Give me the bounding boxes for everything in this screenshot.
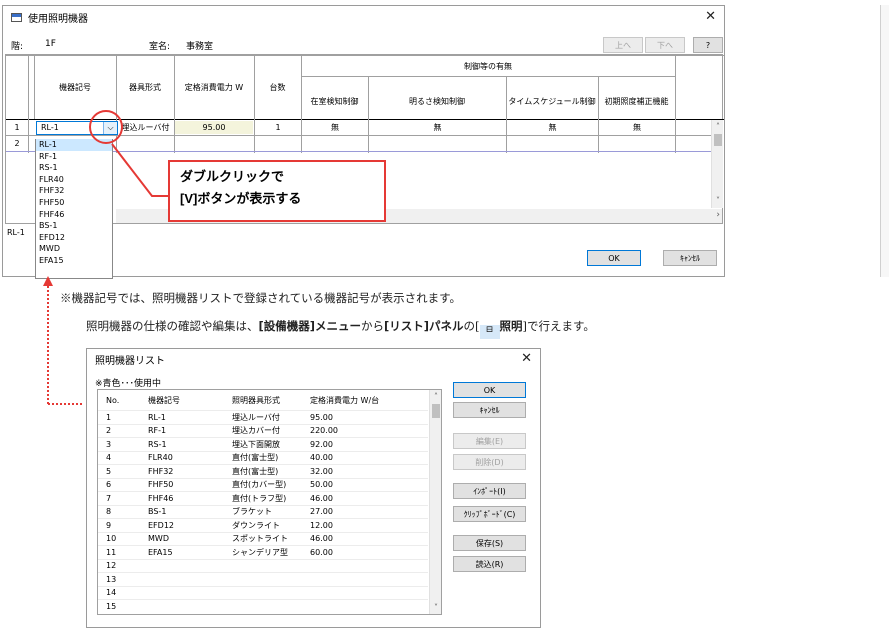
list-form: シャンデリア型 xyxy=(232,547,288,557)
equipment-list[interactable]: No. 機器記号 照明器具形式 定格消費電力 W/台 1 RL-1 埋込ルーバ付 95… xyxy=(97,389,442,615)
list-item[interactable]: 7 FHF46 直付(トラフ型) 46.00 xyxy=(98,491,428,505)
dialog-cancel-button[interactable]: ｷｬﾝｾﾙ xyxy=(453,402,526,418)
list-no: 12 xyxy=(106,561,117,571)
list-scrollbar[interactable]: ˄ ˅ xyxy=(429,390,441,614)
list-form: 直付(カバー型) xyxy=(232,480,287,490)
list-item[interactable]: 2 RF-1 埋込カバー付 220.00 xyxy=(98,423,428,438)
col-form: 照明器具形式 xyxy=(232,396,280,406)
list-no: 7 xyxy=(106,493,112,503)
list-item[interactable]: 4 FLR40 直付(富士型) 40.00 xyxy=(98,450,428,465)
list-power: 40.00 xyxy=(310,453,333,463)
list-symbol: RS-1 xyxy=(148,439,167,449)
list-symbol: RL-1 xyxy=(148,412,166,422)
clipboard-button[interactable]: ｸﾘｯﾌﾟﾎﾞｰﾄﾞ(C) xyxy=(453,506,526,522)
list-item[interactable]: 9 EFD12 ダウンライト 12.00 xyxy=(98,518,428,532)
list-no: 8 xyxy=(106,507,112,517)
save-button[interactable]: 保存(S) xyxy=(453,535,526,551)
list-no: 10 xyxy=(106,534,117,544)
list-power: 220.00 xyxy=(310,426,338,436)
list-symbol: FHF46 xyxy=(148,493,174,503)
list-form: ダウンライト xyxy=(232,520,280,530)
list-power: 60.00 xyxy=(310,547,333,557)
list-no: 1 xyxy=(106,412,112,422)
list-form: スポットライト xyxy=(232,534,288,544)
list-item[interactable]: 11 EFA15 シャンデリア型 60.00 xyxy=(98,545,428,559)
list-item[interactable]: 10 MWD スポットライト 46.00 xyxy=(98,531,428,546)
list-no: 3 xyxy=(106,439,112,449)
list-form: 直付(富士型) xyxy=(232,453,279,463)
list-form: 直付(富士型) xyxy=(232,466,279,476)
list-no: 6 xyxy=(106,480,112,490)
list-symbol: RF-1 xyxy=(148,426,167,436)
note-line-1: ※機器記号では、照明機器リストで登録されている機器記号が表示されます。 xyxy=(60,291,462,305)
list-no: 15 xyxy=(106,601,117,611)
list-no: 4 xyxy=(106,453,112,463)
list-symbol: MWD xyxy=(148,534,169,544)
list-item[interactable]: 6 FHF50 直付(カバー型) 50.00 xyxy=(98,477,428,492)
list-form: 直付(トラフ型) xyxy=(232,493,287,503)
list-item[interactable]: 8 BS-1 ブラケット 27.00 xyxy=(98,504,428,519)
list-scroll-down-icon[interactable]: ˅ xyxy=(430,601,442,613)
list-symbol: FLR40 xyxy=(148,453,173,463)
list-item[interactable]: 14 xyxy=(98,585,428,600)
list-form: 埋込下面開放 xyxy=(232,439,280,449)
list-symbol: EFD12 xyxy=(148,520,174,530)
list-power: 95.00 xyxy=(310,412,333,422)
dialog-title-bar: 照明機器リスト xyxy=(87,349,540,369)
load-button[interactable]: 読込(R) xyxy=(453,556,526,572)
list-symbol: FHF32 xyxy=(148,466,174,476)
usage-legend: ※青色･･･使用中 xyxy=(95,379,162,389)
callout-line-1: ダブルクリックで xyxy=(180,169,285,184)
list-symbol: EFA15 xyxy=(148,547,173,557)
list-no: 5 xyxy=(106,466,112,476)
col-no: No. xyxy=(106,396,120,406)
list-item[interactable]: 5 FHF32 直付(富士型) 32.00 xyxy=(98,464,428,478)
delete-button[interactable]: 削除(D) xyxy=(453,454,526,470)
list-scroll-thumb[interactable] xyxy=(432,404,440,418)
list-no: 13 xyxy=(106,574,117,584)
list-no: 14 xyxy=(106,588,117,598)
list-form: 埋込ルーバ付 xyxy=(232,412,280,422)
dialog-title: 照明機器リスト xyxy=(95,355,165,367)
note-line-2: 照明機器の仕様の確認や編集は、[設備機器]メニューから[リスト]パネルの[⊟ 照明… xyxy=(86,318,595,339)
list-item[interactable]: 15 xyxy=(98,599,428,613)
list-power: 50.00 xyxy=(310,480,333,490)
list-power: 46.00 xyxy=(310,534,333,544)
dialog-close-icon[interactable]: ✕ xyxy=(521,351,532,366)
list-item[interactable]: 13 xyxy=(98,572,428,586)
list-light-icon: ⊟ xyxy=(479,325,500,339)
list-no: 11 xyxy=(106,547,117,557)
list-no: 9 xyxy=(106,520,112,530)
list-header: No. 機器記号 照明器具形式 定格消費電力 W/台 xyxy=(98,394,428,408)
list-scroll-up-icon[interactable]: ˄ xyxy=(430,390,442,402)
list-symbol: BS-1 xyxy=(148,507,167,517)
list-item[interactable]: 12 xyxy=(98,558,428,573)
list-no: 2 xyxy=(106,426,112,436)
light-list-dialog: 照明機器リスト ✕ ※青色･･･使用中 No. 機器記号 照明器具形式 定格消費… xyxy=(86,348,541,628)
dialog-ok-button[interactable]: OK xyxy=(453,382,526,398)
list-item[interactable]: 3 RS-1 埋込下面開放 92.00 xyxy=(98,437,428,451)
import-button[interactable]: ｲﾝﾎﾟｰﾄ(I) xyxy=(453,483,526,499)
list-symbol: FHF50 xyxy=(148,480,174,490)
list-item[interactable]: 1 RL-1 埋込ルーバ付 95.00 xyxy=(98,410,428,424)
annotation-callout: ダブルクリックで [V]ボタンが表示する xyxy=(168,160,386,222)
list-power: 92.00 xyxy=(310,439,333,449)
list-power: 12.00 xyxy=(310,520,333,530)
callout-line-2: [V]ボタンが表示する xyxy=(180,191,302,206)
list-form: ブラケット xyxy=(232,507,272,517)
list-power: 46.00 xyxy=(310,493,333,503)
col-power: 定格消費電力 W/台 xyxy=(310,396,380,406)
list-power: 27.00 xyxy=(310,507,333,517)
col-symbol: 機器記号 xyxy=(148,396,180,406)
edit-button[interactable]: 編集(E) xyxy=(453,433,526,449)
list-power: 32.00 xyxy=(310,466,333,476)
list-form: 埋込カバー付 xyxy=(232,426,280,436)
